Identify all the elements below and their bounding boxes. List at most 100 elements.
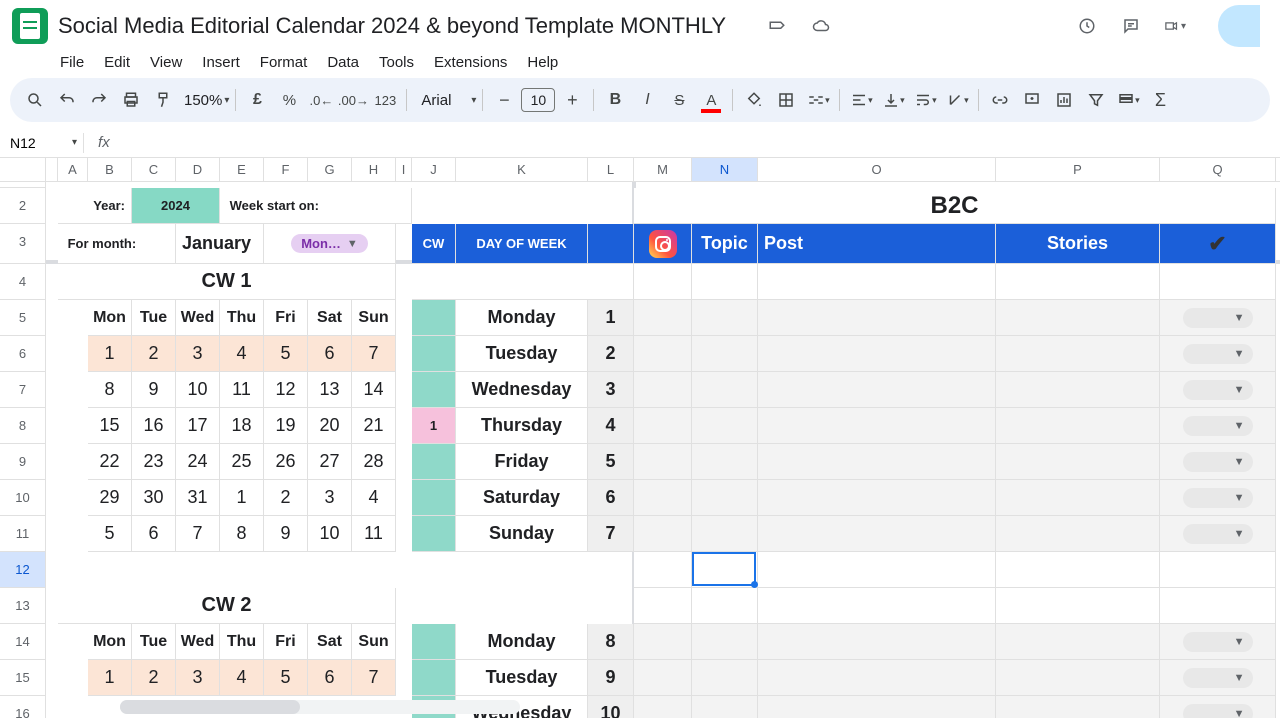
mini-cal-day[interactable]: 4 [220,336,264,372]
day-name[interactable]: Tuesday [456,660,588,696]
column-header[interactable]: I [396,158,412,181]
topic-cell-m[interactable] [634,300,692,336]
spreadsheet-grid[interactable]: ABCDEFGHIJKLMNOPQ 2345678910111213141516… [0,158,1280,718]
topic-cell[interactable] [692,336,758,372]
print-icon[interactable] [116,85,146,115]
column-header[interactable]: P [996,158,1160,181]
topic-cell[interactable] [692,444,758,480]
day-number[interactable]: 7 [588,516,634,552]
blank[interactable] [692,588,758,624]
row-header[interactable]: 15 [0,660,45,696]
row-header[interactable]: 2 [0,188,45,224]
mini-cal-day[interactable]: 8 [220,516,264,552]
history-icon[interactable] [1076,15,1098,37]
status-dropdown[interactable]: ▼ [1160,516,1276,552]
column-header[interactable]: E [220,158,264,181]
day-abbr[interactable]: Sun [352,300,396,336]
topic-cell-m[interactable] [634,516,692,552]
day-abbr[interactable]: Sun [352,624,396,660]
cw-cell[interactable] [412,372,456,408]
cw-cell[interactable] [412,480,456,516]
cw-header[interactable]: CW [412,224,456,264]
cw-cell[interactable] [412,660,456,696]
blank[interactable] [996,588,1160,624]
week-start-dropdown[interactable]: Mon… ▼ [264,224,396,264]
day-number[interactable]: 10 [588,696,634,718]
blank[interactable] [634,552,692,588]
mini-cal-day[interactable]: 13 [308,372,352,408]
comment-icon[interactable] [1120,15,1142,37]
row-header[interactable]: 6 [0,336,45,372]
caret-icon[interactable]: ▾ [72,137,77,148]
column-header[interactable]: O [758,158,996,181]
day-abbr[interactable]: Sat [308,624,352,660]
stories-cell[interactable] [996,696,1160,718]
mini-cal-day[interactable]: 28 [352,444,396,480]
row-header[interactable]: 3 [0,224,45,264]
mini-cal-day[interactable]: 5 [264,336,308,372]
fill-color-icon[interactable] [739,85,769,115]
day-number[interactable]: 1 [588,300,634,336]
day-of-week-header[interactable]: DAY OF WEEK [456,224,588,264]
blank[interactable] [758,264,996,300]
column-header[interactable]: H [352,158,396,181]
day-abbr[interactable]: Fri [264,624,308,660]
cw-cell[interactable] [412,624,456,660]
stories-cell[interactable] [996,624,1160,660]
font-select[interactable]: Arial [413,92,473,109]
row-header[interactable]: 4 [0,264,45,300]
undo-icon[interactable] [52,85,82,115]
day-number[interactable]: 6 [588,480,634,516]
for-month-label[interactable]: For month: [58,224,176,264]
blank[interactable] [634,264,692,300]
day-number[interactable]: 2 [588,336,634,372]
mini-cal-day[interactable]: 7 [352,336,396,372]
topic-cell-m[interactable] [634,336,692,372]
column-header[interactable]: M [634,158,692,181]
topic-cell-m[interactable] [634,372,692,408]
day-abbr[interactable]: Fri [264,300,308,336]
row-header[interactable]: 9 [0,444,45,480]
row-header[interactable]: 12 [0,552,45,588]
cw-cell[interactable] [412,300,456,336]
topic-cell-m[interactable] [634,660,692,696]
post-header[interactable]: Post [758,224,996,264]
mini-cal-day[interactable]: 26 [264,444,308,480]
day-name[interactable]: Friday [456,444,588,480]
mini-cal-day[interactable]: 2 [264,480,308,516]
formula-input[interactable] [118,135,1274,151]
stories-header[interactable]: Stories [996,224,1160,264]
mini-cal-day[interactable]: 11 [220,372,264,408]
mini-cal-day[interactable]: 15 [88,408,132,444]
menu-insert[interactable]: Insert [194,50,248,75]
instagram-icon[interactable] [634,224,692,264]
blank[interactable] [758,588,996,624]
italic-icon[interactable]: I [632,85,662,115]
column-header[interactable]: N [692,158,758,181]
wrap-icon[interactable]: ▾ [910,85,940,115]
mini-cal-day[interactable]: 23 [132,444,176,480]
mini-cal-day[interactable]: 2 [132,660,176,696]
cw-cell[interactable] [412,444,456,480]
year-label[interactable]: Year: [58,188,132,224]
mini-cal-day[interactable]: 9 [132,372,176,408]
insert-comment-icon[interactable] [1017,85,1047,115]
mini-cal-day[interactable]: 3 [308,480,352,516]
merge-icon[interactable]: ▾ [803,85,833,115]
status-dropdown[interactable]: ▼ [1160,336,1276,372]
column-header[interactable] [46,158,58,181]
day-name[interactable]: Saturday [456,480,588,516]
mini-cal-day[interactable]: 7 [352,660,396,696]
mini-cal-day[interactable]: 30 [132,480,176,516]
stories-cell[interactable] [996,300,1160,336]
column-header[interactable]: B [88,158,132,181]
mini-cal-day[interactable]: 29 [88,480,132,516]
paint-format-icon[interactable] [148,85,178,115]
blank[interactable] [412,264,634,300]
align-icon[interactable]: ▾ [846,85,876,115]
day-name[interactable]: Thursday [456,408,588,444]
topic-cell[interactable] [692,516,758,552]
menu-format[interactable]: Format [252,50,316,75]
select-all-corner[interactable] [0,158,46,181]
mini-cal-day[interactable]: 1 [88,660,132,696]
